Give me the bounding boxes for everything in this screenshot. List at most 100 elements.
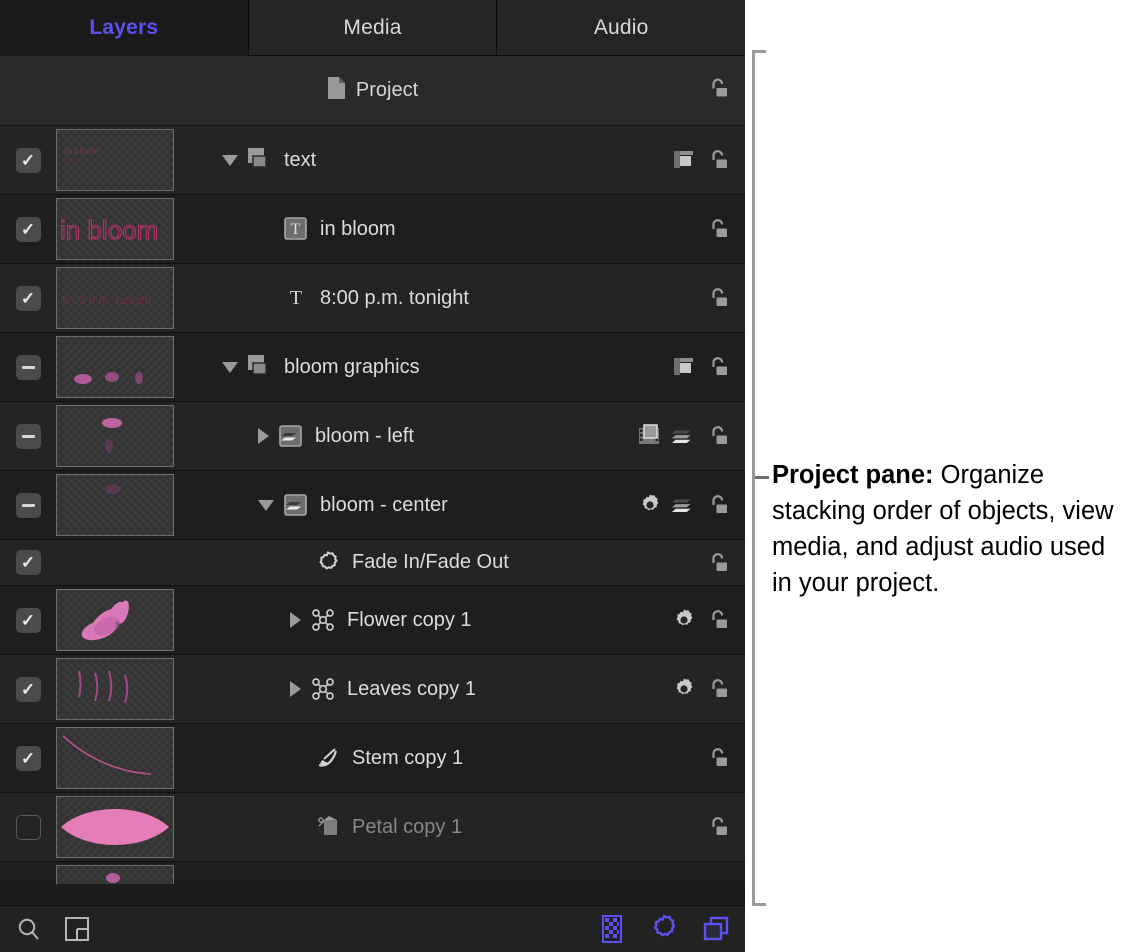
layer-row[interactable]: bloom - center bbox=[0, 471, 745, 540]
unlocked-lock-button[interactable] bbox=[705, 216, 731, 242]
row-enable-checkbox[interactable] bbox=[16, 424, 41, 449]
checkmark-icon: ✓ bbox=[21, 750, 35, 767]
row-enable-checkbox[interactable]: ✓ bbox=[16, 148, 41, 173]
layer-row[interactable]: bloom - right bbox=[0, 862, 745, 884]
unlocked-lock-icon bbox=[705, 745, 731, 771]
row-thumbnail-cell: 8:00 p.m. tonight bbox=[56, 267, 182, 329]
layer-thumbnail bbox=[56, 658, 174, 720]
row-enable-checkbox[interactable]: ✓ bbox=[16, 550, 41, 575]
unlocked-lock-button[interactable] bbox=[705, 676, 731, 702]
row-status-icons bbox=[661, 745, 745, 771]
stack-button[interactable] bbox=[671, 423, 697, 449]
row-enable-checkbox[interactable]: ✓ bbox=[16, 286, 41, 311]
filmstrip-button[interactable] bbox=[637, 423, 663, 449]
row-enable-cell: ✓ bbox=[0, 286, 56, 311]
tab-layers[interactable]: Layers bbox=[0, 0, 249, 56]
layer-row[interactable]: bloom - left bbox=[0, 402, 745, 471]
project-lock-button[interactable] bbox=[705, 75, 731, 106]
mask-button[interactable] bbox=[671, 147, 697, 173]
inspector-panel-button[interactable] bbox=[62, 914, 92, 944]
unlocked-lock-button[interactable] bbox=[705, 550, 731, 576]
layer-row[interactable]: ✓ Fade In/Fade Out bbox=[0, 540, 745, 586]
layer-row[interactable]: ✓in bloom8:00 p.m.text bbox=[0, 126, 745, 195]
disclosure-triangle-down-icon[interactable] bbox=[258, 500, 274, 511]
thumbnail-art bbox=[57, 337, 173, 397]
row-name-cell: text bbox=[182, 147, 661, 173]
disclosure-triangle-right-icon[interactable] bbox=[258, 428, 269, 444]
stack-button[interactable] bbox=[671, 883, 697, 884]
gear-button[interactable] bbox=[671, 607, 697, 633]
group-stack-button[interactable] bbox=[701, 914, 731, 944]
row-enable-checkbox[interactable] bbox=[16, 355, 41, 380]
row-enable-checkbox[interactable]: ✓ bbox=[16, 677, 41, 702]
tab-media[interactable]: Media bbox=[249, 0, 498, 56]
pane-tab-bar: Layers Media Audio bbox=[0, 0, 745, 56]
pane-bottom-toolbar bbox=[0, 905, 745, 952]
row-status-icons bbox=[661, 285, 745, 311]
layer-row[interactable]: ✓Stem copy 1 bbox=[0, 724, 745, 793]
unlocked-lock-icon bbox=[705, 285, 731, 311]
layer-rows-list[interactable]: ✓in bloom8:00 p.m.text✓in bloomTin bloom… bbox=[0, 126, 745, 884]
row-enable-checkbox[interactable]: ✓ bbox=[16, 746, 41, 771]
row-enable-checkbox[interactable] bbox=[16, 884, 41, 885]
layer-row[interactable]: bloom graphics bbox=[0, 333, 745, 402]
layer-row[interactable]: ✓in bloomTin bloom bbox=[0, 195, 745, 264]
disclosure-triangle-right-icon[interactable] bbox=[290, 681, 301, 697]
checkmark-icon: ✓ bbox=[21, 152, 35, 169]
dash-icon bbox=[22, 366, 35, 369]
unlocked-lock-button[interactable] bbox=[705, 492, 731, 518]
disclosure-spacer bbox=[290, 562, 306, 563]
unlocked-lock-button[interactable] bbox=[705, 423, 731, 449]
row-enable-checkbox[interactable]: ✓ bbox=[16, 217, 41, 242]
tab-audio[interactable]: Audio bbox=[497, 0, 745, 56]
row-thumbnail-cell bbox=[56, 474, 182, 536]
row-enable-checkbox[interactable] bbox=[16, 815, 41, 840]
row-thumbnail-cell: in bloom bbox=[56, 198, 182, 260]
svg-text:in bloom: in bloom bbox=[65, 146, 99, 156]
mask-button[interactable] bbox=[671, 354, 697, 380]
unlocked-lock-button[interactable] bbox=[705, 745, 731, 771]
search-button[interactable] bbox=[14, 914, 44, 944]
row-name-cell: bloom - left bbox=[182, 423, 637, 449]
project-root-row[interactable]: Project bbox=[0, 56, 745, 126]
document-icon bbox=[327, 76, 346, 105]
unlocked-lock-icon bbox=[705, 676, 731, 702]
text-plain-icon: T bbox=[283, 285, 309, 311]
stack-icon bbox=[671, 492, 697, 518]
behaviors-button[interactable] bbox=[649, 914, 679, 944]
row-enable-checkbox[interactable] bbox=[16, 493, 41, 518]
unlocked-lock-icon bbox=[705, 550, 731, 576]
stack-button[interactable] bbox=[671, 492, 697, 518]
row-status-icons bbox=[637, 423, 745, 449]
unlocked-lock-button[interactable] bbox=[705, 354, 731, 380]
toolbar-left-group bbox=[14, 914, 92, 944]
unlocked-lock-button[interactable] bbox=[705, 147, 731, 173]
gear-button[interactable] bbox=[637, 492, 663, 518]
layer-thumbnail: in bloom bbox=[56, 198, 174, 260]
layer-boxed-icon bbox=[278, 883, 304, 884]
row-status-icons bbox=[661, 550, 745, 576]
layer-row[interactable]: Petal copy 1 bbox=[0, 793, 745, 862]
unlocked-lock-button[interactable] bbox=[705, 814, 731, 840]
layer-row[interactable]: ✓Leaves copy 1 bbox=[0, 655, 745, 724]
row-enable-cell: ✓ bbox=[0, 148, 56, 173]
row-status-icons bbox=[661, 883, 745, 884]
thumbnail-art bbox=[57, 866, 173, 884]
layer-name-label: Fade In/Fade Out bbox=[352, 551, 509, 574]
layer-row[interactable]: ✓Flower copy 1 bbox=[0, 586, 745, 655]
unlocked-lock-button[interactable] bbox=[705, 607, 731, 633]
checkmark-icon: ✓ bbox=[21, 290, 35, 307]
checkerboard-button[interactable] bbox=[597, 914, 627, 944]
checkmark-icon: ✓ bbox=[21, 681, 35, 698]
disclosure-triangle-down-icon[interactable] bbox=[222, 155, 238, 166]
gear-button[interactable] bbox=[671, 676, 697, 702]
unlocked-lock-button[interactable] bbox=[705, 883, 731, 884]
thumbnail-art bbox=[57, 475, 173, 535]
unlocked-lock-button[interactable] bbox=[705, 285, 731, 311]
layer-row[interactable]: ✓8:00 p.m. tonightT8:00 p.m. tonight bbox=[0, 264, 745, 333]
disclosure-triangle-right-icon[interactable] bbox=[290, 612, 301, 628]
layer-name-label: Petal copy 1 bbox=[352, 816, 462, 839]
row-enable-checkbox[interactable]: ✓ bbox=[16, 608, 41, 633]
disclosure-triangle-down-icon[interactable] bbox=[222, 362, 238, 373]
layer-boxed-icon bbox=[278, 883, 304, 884]
